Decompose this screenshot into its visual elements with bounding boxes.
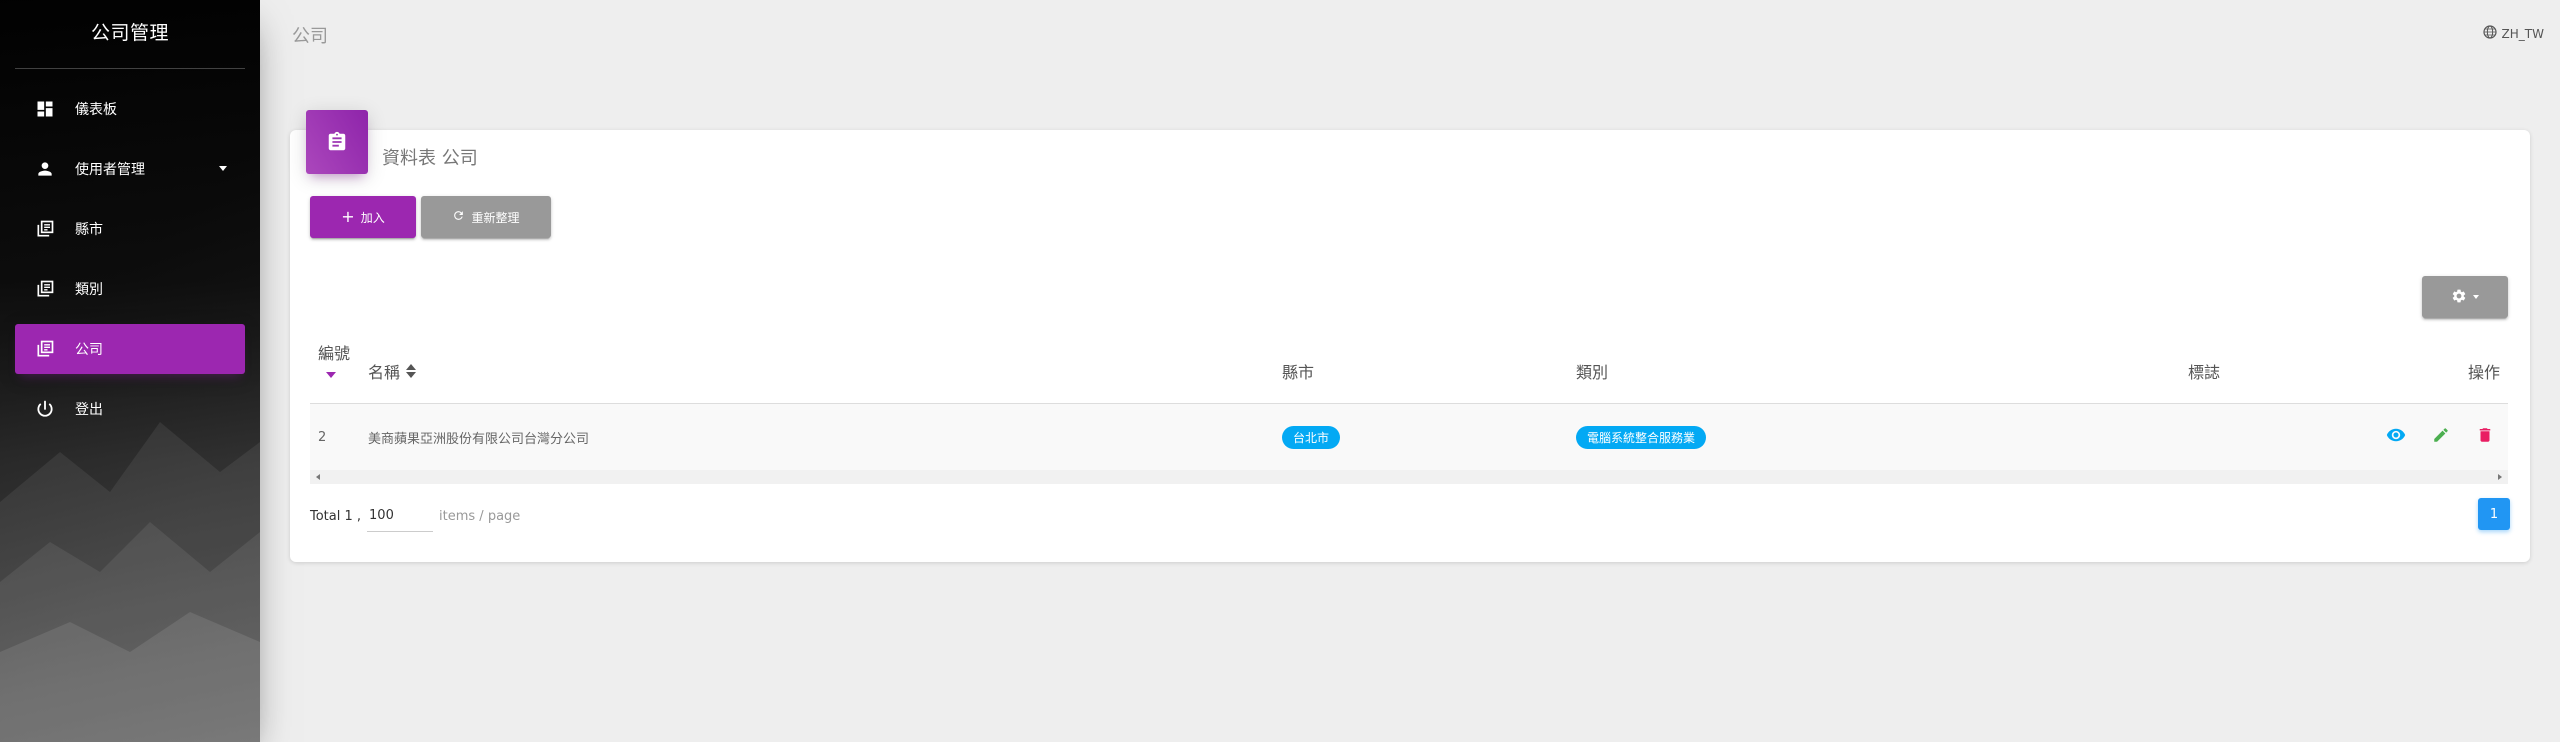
sidebar-item-label: 儀表板 xyxy=(75,102,117,118)
library-icon xyxy=(33,217,57,241)
sidebar-item-label: 登出 xyxy=(75,402,103,418)
table-header: 編號 名稱 縣市 類別 標誌 操作 xyxy=(310,338,2508,404)
city-badge: 台北市 xyxy=(1282,425,1341,449)
column-header-label: 操作 xyxy=(2467,363,2500,382)
column-header-label: 縣市 xyxy=(1282,363,1315,382)
sidebar-item-company[interactable]: 公司 xyxy=(15,324,245,374)
caret-down-icon xyxy=(219,166,227,171)
sidebar-divider xyxy=(15,68,245,69)
column-settings-button[interactable] xyxy=(2422,276,2508,318)
add-button-label: 加入 xyxy=(360,210,385,225)
language-switcher[interactable]: ZH_TW xyxy=(2482,24,2544,43)
sidebar-item-label: 類別 xyxy=(75,282,103,298)
table-row: 2 美商蘋果亞洲股份有限公司台灣分公司 台北市 電腦系統整合服務業 xyxy=(310,404,2508,470)
sidebar-item-category[interactable]: 類別 xyxy=(15,264,245,314)
page-size-input[interactable] xyxy=(367,500,434,532)
sidebar-item-logout[interactable]: 登出 xyxy=(15,384,245,434)
column-header-category: 類別 xyxy=(1576,338,1608,404)
per-page-label: items / page xyxy=(439,508,521,524)
total-label: Total 1 , xyxy=(310,508,362,524)
page-button-current[interactable]: 1 xyxy=(2478,498,2510,530)
sidebar: 公司管理 儀表板 使用者管理 縣市 類別 公司 登出 xyxy=(0,0,260,742)
sort-icon xyxy=(406,364,417,378)
cell-actions xyxy=(2386,404,2494,470)
sidebar-item-user-management[interactable]: 使用者管理 xyxy=(15,144,245,194)
globe-icon xyxy=(2482,24,2498,43)
data-table-card: 資料表 公司 + 加入 重新整理 編號 名稱 縣市 類別 標誌 操作 2 美商蘋… xyxy=(290,110,2530,562)
sidebar-nav: 儀表板 使用者管理 縣市 類別 公司 登出 xyxy=(15,84,245,444)
column-header-logo: 標誌 xyxy=(2188,338,2220,404)
column-header-label: 類別 xyxy=(1576,363,1609,382)
caret-down-icon xyxy=(2473,295,2479,299)
column-header-city: 縣市 xyxy=(1282,338,1314,404)
add-button[interactable]: + 加入 xyxy=(310,196,416,238)
sidebar-item-dashboard[interactable]: 儀表板 xyxy=(15,84,245,134)
view-icon[interactable] xyxy=(2386,425,2406,449)
cell-name: 美商蘋果亞洲股份有限公司台灣分公司 xyxy=(368,431,590,447)
person-icon xyxy=(33,157,57,181)
library-icon xyxy=(33,277,57,301)
companies-table: 編號 名稱 縣市 類別 標誌 操作 2 美商蘋果亞洲股份有限公司台灣分公司 台北… xyxy=(310,338,2508,484)
column-header-actions: 操作 xyxy=(2468,338,2500,404)
cell-id: 2 xyxy=(318,429,327,445)
cell-city: 台北市 xyxy=(1282,404,1341,470)
sidebar-title: 公司管理 xyxy=(90,22,169,44)
sidebar-item-label: 縣市 xyxy=(75,222,103,238)
column-header-id[interactable]: 編號 xyxy=(318,340,350,378)
refresh-icon xyxy=(452,209,465,225)
column-header-label: 標誌 xyxy=(2188,363,2221,382)
library-icon xyxy=(33,337,57,361)
clipboard-icon xyxy=(306,110,368,174)
language-label: ZH_TW xyxy=(2501,26,2544,41)
column-header-label: 名稱 xyxy=(368,363,401,382)
refresh-button-label: 重新整理 xyxy=(471,210,520,225)
refresh-button[interactable]: 重新整理 xyxy=(421,196,551,238)
delete-icon[interactable] xyxy=(2476,426,2494,448)
pagination-info: Total 1 , items / page xyxy=(310,500,520,532)
sort-desc-icon xyxy=(326,372,336,378)
dashboard-icon xyxy=(33,97,57,121)
plus-icon: + xyxy=(341,207,355,226)
card-title: 資料表 公司 xyxy=(382,148,478,169)
scroll-right-icon[interactable] xyxy=(2498,474,2502,480)
cell-category: 電腦系統整合服務業 xyxy=(1576,404,1707,470)
column-header-label: 編號 xyxy=(318,344,351,363)
category-badge: 電腦系統整合服務業 xyxy=(1576,425,1707,449)
sidebar-item-label: 公司 xyxy=(75,342,103,358)
horizontal-scrollbar[interactable] xyxy=(310,470,2508,484)
page-title: 公司 xyxy=(292,26,328,47)
gear-icon xyxy=(2451,288,2467,307)
power-icon xyxy=(33,397,57,421)
sidebar-item-label: 使用者管理 xyxy=(75,162,145,178)
edit-icon[interactable] xyxy=(2432,426,2450,448)
sidebar-item-city[interactable]: 縣市 xyxy=(15,204,245,254)
scroll-left-icon[interactable] xyxy=(316,474,320,480)
column-header-name[interactable]: 名稱 xyxy=(368,338,417,404)
